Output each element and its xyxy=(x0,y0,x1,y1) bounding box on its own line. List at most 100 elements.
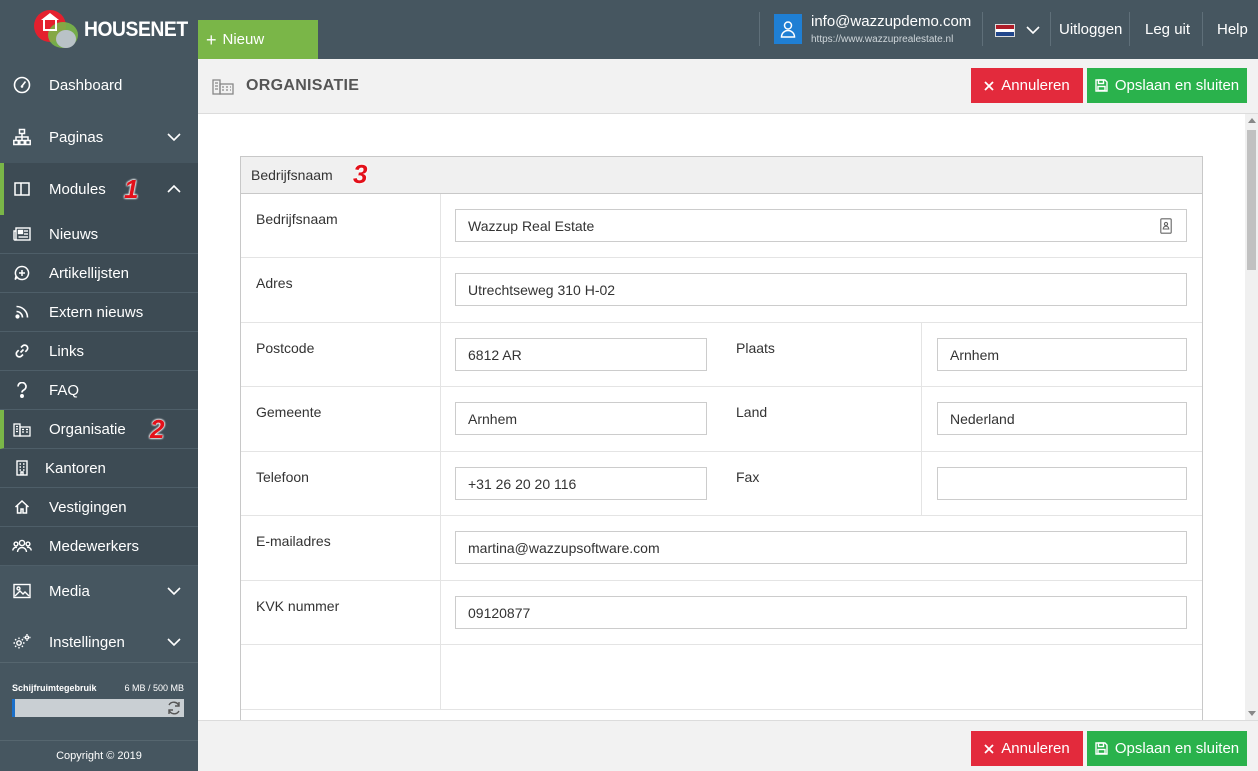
field-label: Adres xyxy=(256,275,293,291)
divider xyxy=(1129,12,1130,46)
question-icon xyxy=(12,380,32,400)
input-value: Wazzup Real Estate xyxy=(468,217,595,234)
scrollbar-thumb[interactable] xyxy=(1247,130,1256,270)
country-input[interactable]: Nederland xyxy=(937,402,1187,435)
divider xyxy=(0,662,198,663)
image-icon xyxy=(12,581,32,601)
scroll-up-icon[interactable] xyxy=(1248,118,1256,123)
field-label: KVK nummer xyxy=(256,598,340,614)
sidebar-item-label: Extern nieuws xyxy=(49,303,144,321)
scroll-down-icon[interactable] xyxy=(1248,711,1256,716)
cancel-button[interactable]: Annuleren xyxy=(971,731,1083,766)
sidebar-item-label: FAQ xyxy=(49,381,80,399)
field-label: Bedrijfsnaam xyxy=(256,211,338,227)
company-name-input[interactable]: Wazzup Real Estate xyxy=(455,209,1187,242)
divider xyxy=(759,12,760,46)
address-input[interactable]: Utrechtseweg 310 H-02 xyxy=(455,273,1187,306)
sidebar-item-label: Paginas xyxy=(49,128,104,146)
sidebar-item-media[interactable]: Media xyxy=(0,566,198,616)
field-label: Postcode xyxy=(256,340,315,356)
chevron-down-icon[interactable] xyxy=(1025,22,1041,38)
logout-link[interactable]: Uitloggen xyxy=(1059,21,1122,38)
housenet-logo-icon xyxy=(34,9,78,50)
sidebar-item-label: Organisatie xyxy=(49,420,126,438)
section-title: Bedrijfsnaam xyxy=(251,167,333,183)
sidebar-item-label: Dashboard xyxy=(49,76,123,94)
sidebar-item-organisatie[interactable]: Organisatie xyxy=(0,410,198,449)
explain-link[interactable]: Leg uit xyxy=(1145,21,1190,38)
postcode-input[interactable]: 6812 AR xyxy=(455,338,707,371)
sidebar-item-links[interactable]: Links xyxy=(0,332,198,371)
help-link[interactable]: Help xyxy=(1217,21,1248,38)
contact-card-icon[interactable] xyxy=(1160,218,1172,234)
users-icon xyxy=(12,536,32,556)
netherlands-flag-icon[interactable] xyxy=(995,24,1015,37)
sidebar-item-nieuws[interactable]: Nieuws xyxy=(0,215,198,254)
user-site[interactable]: https://www.wazzuprealestate.nl xyxy=(811,34,953,45)
email-input[interactable]: martina@wazzupsoftware.com xyxy=(455,531,1187,564)
form-row-gemeente-land: Gemeente Arnhem Land Nederland xyxy=(241,387,1202,452)
building-icon xyxy=(12,458,32,478)
divider xyxy=(1050,12,1051,46)
close-icon xyxy=(984,743,994,754)
chevron-down-icon[interactable] xyxy=(166,583,182,599)
divider xyxy=(0,740,198,741)
cancel-button-label: Annuleren xyxy=(1001,740,1070,757)
copyright: Copyright © 2019 xyxy=(56,750,142,762)
columns-icon xyxy=(12,179,32,199)
input-value: 09120877 xyxy=(468,604,531,621)
fax-input[interactable] xyxy=(937,467,1187,500)
form-row-email: E-mailadres martina@wazzupsoftware.com xyxy=(241,516,1202,581)
refresh-icon[interactable] xyxy=(166,700,182,716)
cancel-button[interactable]: Annuleren xyxy=(971,68,1083,103)
comment-plus-icon xyxy=(12,263,32,283)
input-value: Arnhem xyxy=(950,346,1000,363)
sidebar-item-label: Instellingen xyxy=(49,633,125,651)
save-icon xyxy=(1095,742,1108,755)
housenet-logo[interactable]: HOUSENET xyxy=(0,0,198,59)
top-bar: + Nieuw info@wazzupdemo.com https://www.… xyxy=(198,0,1258,59)
input-value: Nederland xyxy=(950,410,1015,427)
form-row-telefoon-fax: Telefoon +31 26 20 20 116 Fax xyxy=(241,452,1202,516)
sidebar-item-label: Kantoren xyxy=(45,459,106,477)
city-icon xyxy=(12,419,32,439)
sidebar-item-modules[interactable]: Modules xyxy=(0,163,198,215)
input-value: Utrechtseweg 310 H-02 xyxy=(468,281,616,298)
newspaper-icon xyxy=(12,224,32,244)
plus-icon: + xyxy=(206,29,217,50)
save-and-close-button[interactable]: Opslaan en sluiten xyxy=(1087,731,1247,766)
page-footer: Annuleren Opslaan en sluiten xyxy=(198,720,1258,771)
sidebar-item-instellingen[interactable]: Instellingen xyxy=(0,616,198,668)
chevron-down-icon[interactable] xyxy=(166,129,182,145)
sidebar-item-paginas[interactable]: Paginas xyxy=(0,111,198,163)
city-input[interactable]: Arnhem xyxy=(937,338,1187,371)
content-area: Bedrijfsnaam 3 Bedrijfsnaam Wazzup Real … xyxy=(198,114,1245,720)
sidebar-item-artikellijsten[interactable]: Artikellijsten xyxy=(0,254,198,293)
new-button[interactable]: + Nieuw xyxy=(198,20,318,59)
phone-input[interactable]: +31 26 20 20 116 xyxy=(455,467,707,500)
sidebar-item-faq[interactable]: FAQ xyxy=(0,371,198,410)
municipality-input[interactable]: Arnhem xyxy=(455,402,707,435)
sidebar-item-medewerkers[interactable]: Medewerkers xyxy=(0,527,198,566)
chevron-down-icon[interactable] xyxy=(166,634,182,650)
sidebar-item-label: Medewerkers xyxy=(49,537,140,555)
sidebar: HOUSENET Dashboard Paginas Modules 1 Nie… xyxy=(0,0,198,771)
sidebar-item-extern-nieuws[interactable]: Extern nieuws xyxy=(0,293,198,332)
sidebar-item-label: Nieuws xyxy=(49,225,99,243)
field-label: E-mailadres xyxy=(256,533,331,549)
divider xyxy=(982,12,983,46)
chevron-up-icon[interactable] xyxy=(166,181,182,197)
form-row-bedrijfsnaam: Bedrijfsnaam Wazzup Real Estate xyxy=(241,194,1202,258)
save-and-close-button[interactable]: Opslaan en sluiten xyxy=(1087,68,1247,103)
user-email[interactable]: info@wazzupdemo.com xyxy=(811,13,971,30)
kvk-number-input[interactable]: 09120877 xyxy=(455,596,1187,629)
disk-usage-fill xyxy=(12,699,16,717)
sidebar-item-kantoren[interactable]: Kantoren xyxy=(0,449,198,488)
disk-usage-label: Schijfruimtegebruik xyxy=(12,683,97,693)
sidebar-item-vestigingen[interactable]: Vestigingen xyxy=(0,488,198,527)
field-label: Plaats xyxy=(736,340,775,356)
sidebar-item-label: Vestigingen xyxy=(49,498,127,516)
vertical-scrollbar[interactable] xyxy=(1245,114,1258,720)
user-avatar[interactable] xyxy=(774,14,802,44)
sidebar-item-dashboard[interactable]: Dashboard xyxy=(0,59,198,111)
